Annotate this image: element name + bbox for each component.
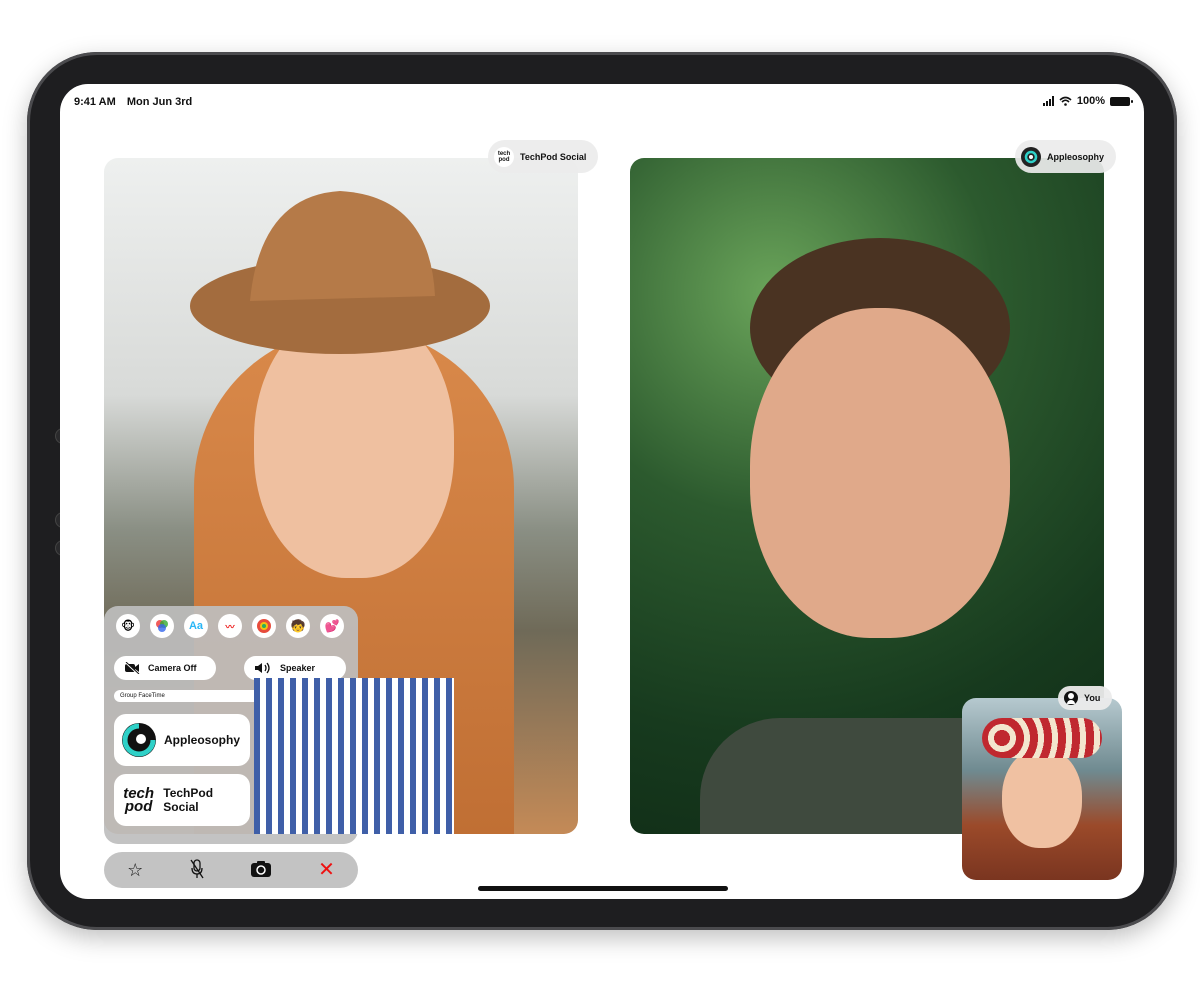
effects-icon[interactable]: ☆: [127, 861, 143, 879]
hat-graphic: [190, 191, 490, 354]
self-view-tag: You: [1058, 686, 1113, 710]
participant-tag-techpod: tech pod TechPod Social: [488, 140, 599, 173]
color-filter-icon[interactable]: [150, 614, 174, 638]
facetime-screen: 9:41 AM Mon Jun 3rd 100% tech pod TechPod…: [60, 84, 1144, 899]
self-face: [1002, 748, 1082, 848]
participant-tag-appleosophy: Appleosophy: [1015, 140, 1117, 173]
group-facetime-label: Group FaceTime: [120, 693, 165, 699]
speaker-button[interactable]: Speaker: [244, 656, 346, 680]
wifi-icon: [1059, 96, 1072, 106]
participant-name: Appleosophy: [1047, 151, 1105, 162]
person-icon: [1064, 691, 1078, 705]
effects-row: 🐵 Aa 〰 🧒 💕: [116, 614, 344, 638]
memoji-icon[interactable]: 🐵: [116, 614, 140, 638]
end-call-icon[interactable]: ✕: [318, 860, 335, 880]
participant-name: TechPod Social: [520, 151, 587, 162]
techpod-logo-icon: tech pod: [494, 146, 514, 167]
status-bar-right: 100%: [1042, 95, 1133, 107]
hearts-icon[interactable]: 💕: [320, 614, 344, 638]
mute-icon[interactable]: [189, 858, 204, 882]
status-date: Mon Jun 3rd: [126, 96, 193, 108]
camera-off-icon: [124, 662, 140, 674]
status-time: 9:41 AM: [74, 96, 116, 108]
emoji-icon[interactable]: 🧒: [286, 614, 310, 638]
logo-text-bottom: pod: [124, 798, 153, 815]
self-view-label: You: [1084, 693, 1101, 703]
home-indicator[interactable]: [478, 886, 728, 891]
striped-shirt: [254, 678, 454, 834]
shapes-icon[interactable]: 〰: [218, 614, 242, 638]
appleosophy-logo-icon: [1021, 146, 1041, 167]
cellular-signal-icon: [1042, 96, 1054, 106]
contact-name: TechPod Social: [163, 786, 214, 814]
techpod-logo-icon: tech pod: [120, 786, 157, 815]
battery-percent: 100%: [1076, 95, 1105, 107]
sticker-icon[interactable]: [252, 614, 276, 638]
participant-face: [750, 308, 1010, 638]
call-toolbar: ☆ ✕: [104, 852, 358, 888]
speaker-label: Speaker: [280, 663, 316, 673]
contact-name: Appleosophy: [164, 733, 241, 747]
appleosophy-logo-icon: [122, 723, 156, 757]
status-bar-left: 9:41 AM Mon Jun 3rd: [74, 96, 200, 108]
contact-card-appleosophy[interactable]: Appleosophy: [114, 714, 250, 766]
camera-off-label: Camera Off: [148, 663, 197, 673]
flip-camera-icon[interactable]: [250, 860, 272, 881]
battery-icon: [1110, 96, 1133, 106]
self-view-video[interactable]: [962, 698, 1122, 880]
camera-off-button[interactable]: Camera Off: [114, 656, 216, 680]
text-icon[interactable]: Aa: [184, 614, 208, 638]
flower-crown: [982, 718, 1102, 758]
contact-card-techpod[interactable]: tech pod TechPod Social: [114, 774, 250, 826]
speaker-icon: [255, 662, 270, 674]
